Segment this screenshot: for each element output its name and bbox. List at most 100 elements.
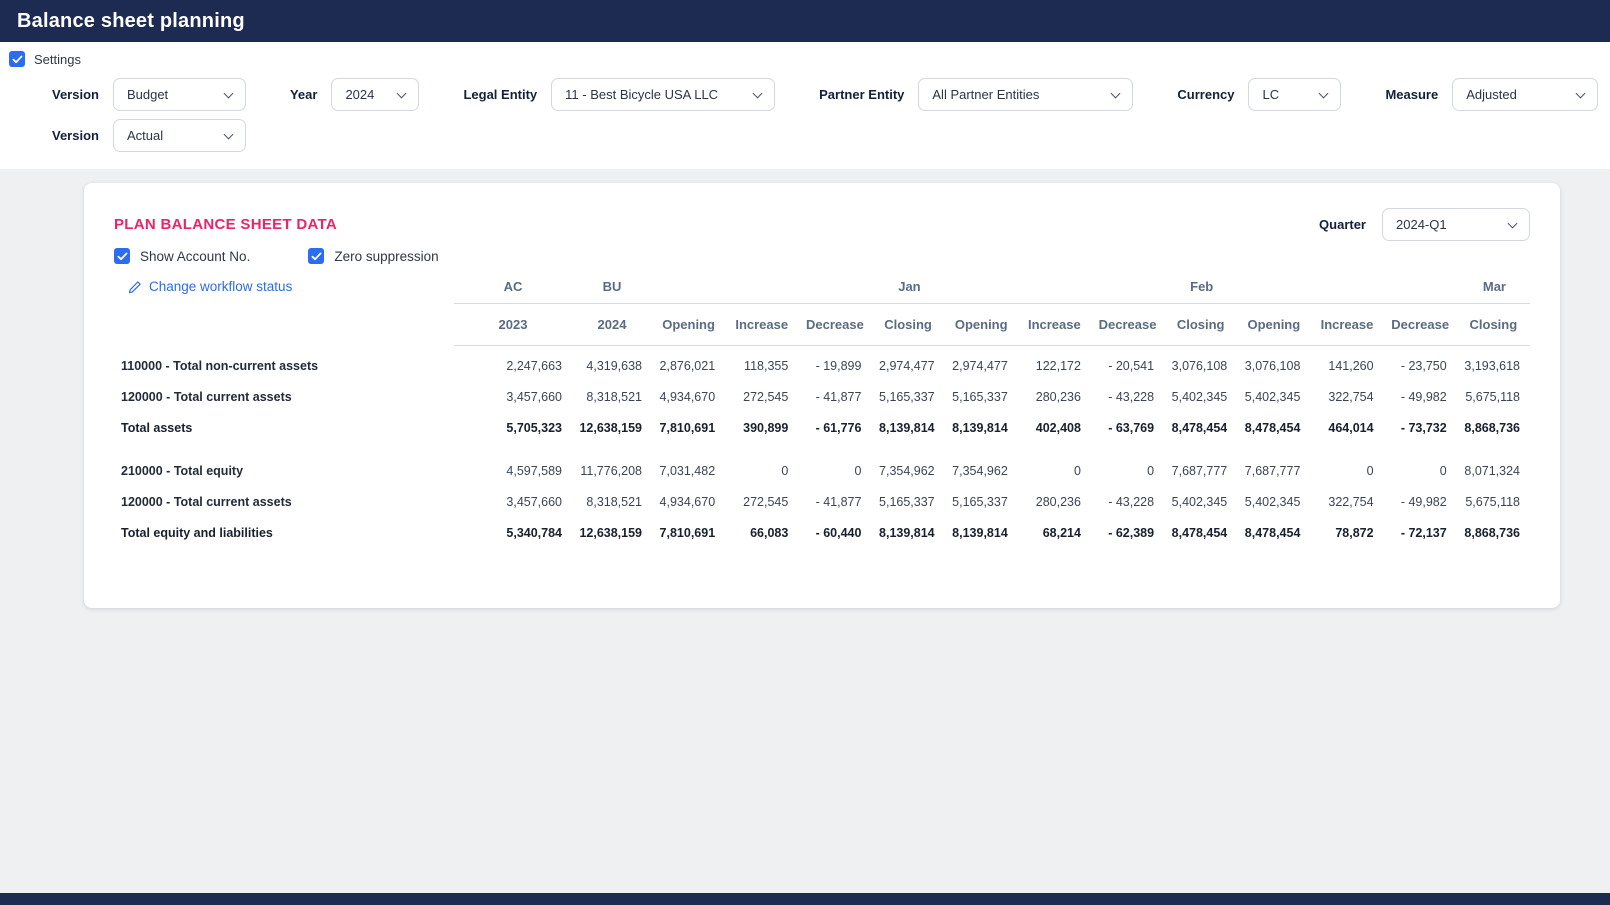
- show-account-no-label: Show Account No.: [140, 248, 251, 264]
- column-header-0-2023: 2023: [454, 303, 572, 346]
- cell-value: 4,597,589: [506, 463, 562, 478]
- cell-value: 8,139,814: [879, 525, 935, 540]
- cell-value: 8,071,324: [1464, 463, 1520, 478]
- zero-suppression-toggle[interactable]: Zero suppression: [308, 248, 439, 264]
- cell-value: - 60,440: [815, 525, 862, 540]
- table-row: Total equity and liabilities 5,340,784 12,…: [114, 517, 1530, 548]
- cell-value: 2,876,021: [659, 358, 716, 373]
- cell-value: 11,776,208: [580, 463, 642, 478]
- cell-value: 68,214: [1042, 525, 1081, 540]
- partner-entity-select[interactable]: All Partner Entities: [918, 78, 1134, 111]
- column-header-13-closing: Closing: [1456, 303, 1530, 346]
- column-header-8-decrease: Decrease: [1090, 303, 1165, 346]
- cell-value: 5,705,323: [506, 420, 562, 435]
- cell-value: 402,408: [1035, 420, 1081, 435]
- cell-value: 322,754: [1328, 389, 1374, 404]
- filter-bar: Version Budget Year 2024 Legal Entity 11…: [0, 70, 1610, 169]
- measure-select[interactable]: Adjusted: [1452, 78, 1599, 111]
- version-select[interactable]: Budget: [112, 78, 246, 111]
- cell-value: 8,478,454: [1244, 420, 1301, 435]
- row-label: 120000 - Total current assets: [121, 389, 292, 404]
- cell-value: 4,934,670: [659, 494, 716, 509]
- column-header-9-closing: Closing: [1164, 303, 1238, 346]
- cell-value: 8,318,521: [586, 494, 642, 509]
- cell-value: - 43,228: [1108, 494, 1155, 509]
- cell-value: 280,236: [1035, 389, 1081, 404]
- cell-value: 7,810,691: [659, 525, 716, 540]
- cell-value: 12,638,159: [579, 420, 642, 435]
- year-label: Year: [289, 87, 318, 102]
- cell-value: - 23,750: [1400, 358, 1447, 373]
- quarter-select[interactable]: 2024-Q1: [1382, 208, 1530, 241]
- legal-entity-filter: Legal Entity 11 - Best Bicycle USA LLC: [463, 78, 776, 111]
- settings-checkbox[interactable]: [9, 51, 25, 67]
- cell-value: 12,638,159: [579, 525, 642, 540]
- cell-value: 0: [1073, 463, 1081, 478]
- legal-entity-select[interactable]: 11 - Best Bicycle USA LLC: [551, 78, 776, 111]
- cell-value: 3,193,618: [1464, 358, 1520, 373]
- cell-value: 7,687,777: [1171, 463, 1228, 478]
- cell-value: 5,165,337: [879, 389, 935, 404]
- column-header-4-decrease: Decrease: [798, 303, 872, 346]
- cell-value: - 19,899: [815, 358, 862, 373]
- currency-select[interactable]: LC: [1248, 78, 1342, 111]
- year-filter: Year 2024: [289, 78, 420, 111]
- footer-bar: [0, 893, 1610, 905]
- cell-value: 78,872: [1335, 525, 1374, 540]
- version-actual-select[interactable]: Actual: [112, 119, 246, 152]
- cell-value: 0: [781, 463, 789, 478]
- cell-value: 5,165,337: [952, 389, 1008, 404]
- cell-value: 5,165,337: [952, 494, 1008, 509]
- row-label: 110000 - Total non-current assets: [121, 358, 319, 373]
- legal-entity-select-value: 11 - Best Bicycle USA LLC: [565, 87, 719, 102]
- group-header-jan: Jan: [652, 270, 945, 304]
- table-row: 120000 - Total current assets 3,457,660 8,…: [114, 381, 1530, 412]
- chevron-down-icon: [1575, 88, 1586, 98]
- table-body: 110000 - Total non-current assets 2,247,6…: [114, 345, 1530, 548]
- cell-value: - 49,982: [1400, 494, 1447, 509]
- currency-select-value: LC: [1262, 87, 1280, 102]
- cell-value: 8,478,454: [1171, 525, 1228, 540]
- cell-value: 8,139,814: [952, 525, 1008, 540]
- chevron-down-icon: [1110, 88, 1121, 98]
- cell-value: 2,974,477: [879, 358, 935, 373]
- page-title: Balance sheet planning: [17, 9, 245, 32]
- main-area: PLAN BALANCE SHEET DATA Quarter 2024-Q1 …: [0, 169, 1610, 608]
- cell-value: 0: [1439, 463, 1447, 478]
- cell-value: 7,354,962: [879, 463, 935, 478]
- column-header-12-decrease: Decrease: [1383, 303, 1457, 346]
- zero-suppression-checkbox[interactable]: [308, 248, 325, 264]
- settings-bar: Settings: [0, 42, 1610, 70]
- version-label: Version: [52, 87, 99, 102]
- chevron-down-icon: [223, 88, 234, 98]
- change-workflow-status-link[interactable]: Change workflow status: [128, 279, 292, 294]
- cell-value: 7,354,962: [952, 463, 1008, 478]
- cell-value: 5,402,345: [1244, 494, 1301, 509]
- row-label: Total equity and liabilities: [121, 525, 273, 540]
- year-select[interactable]: 2024: [331, 78, 420, 111]
- cell-value: 3,076,108: [1171, 358, 1228, 373]
- quarter-label: Quarter: [1319, 217, 1366, 232]
- cell-value: - 43,228: [1108, 389, 1155, 404]
- column-header-row: 2023 2024 Opening Increase Decrease Closing Op…: [114, 303, 1530, 346]
- column-header-5-closing: Closing: [871, 303, 945, 346]
- cell-value: - 73,732: [1400, 420, 1447, 435]
- balance-sheet-table: AC BU Jan Feb Mar 2023 2024 Opening Increase Dec…: [114, 270, 1530, 548]
- cell-value: 464,014: [1328, 420, 1374, 435]
- currency-filter: Currency LC: [1177, 78, 1342, 111]
- version-select-value: Budget: [126, 87, 169, 102]
- cell-value: 2,247,663: [506, 358, 562, 373]
- partner-entity-filter: Partner Entity All Partner Entities: [819, 78, 1134, 111]
- quarter-filter: Quarter 2024-Q1: [1319, 208, 1530, 241]
- cell-value: 7,810,691: [659, 420, 716, 435]
- measure-select-value: Adjusted: [1466, 87, 1517, 102]
- cell-value: 322,754: [1328, 494, 1374, 509]
- cell-value: 7,687,777: [1244, 463, 1301, 478]
- group-header-mar: Mar: [1237, 270, 1530, 304]
- card-title: PLAN BALANCE SHEET DATA: [114, 216, 338, 233]
- show-account-no-toggle[interactable]: Show Account No.: [114, 248, 250, 264]
- cell-value: 0: [854, 463, 862, 478]
- cell-value: 4,934,670: [659, 389, 716, 404]
- show-account-no-checkbox[interactable]: [114, 248, 130, 264]
- legal-entity-label: Legal Entity: [463, 87, 538, 102]
